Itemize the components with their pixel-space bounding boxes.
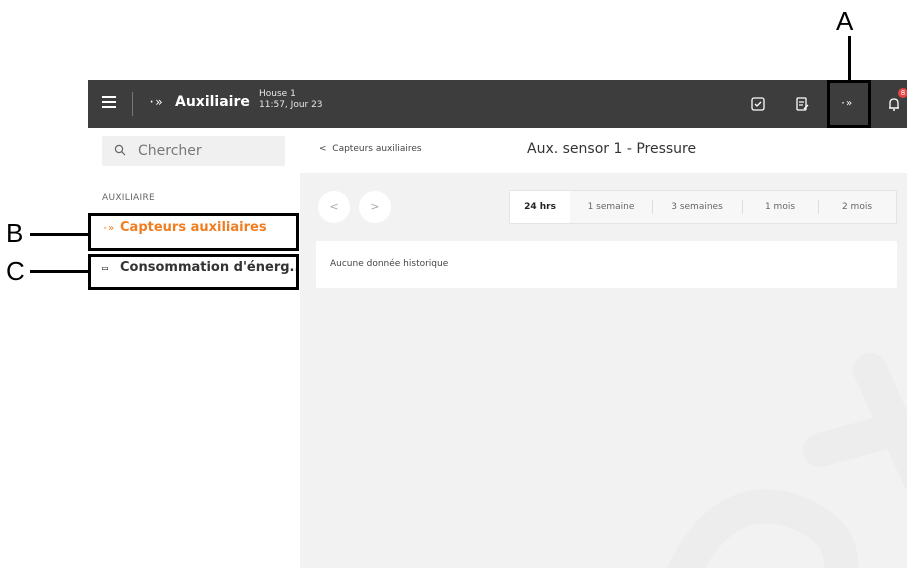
next-period-button[interactable]: > (359, 191, 391, 223)
back-link-label: Capteurs auxiliaires (332, 144, 422, 154)
no-history-message: Aucune donnée historique (330, 259, 449, 269)
section-label: AUXILIAIRE (102, 193, 155, 203)
app-title: Auxiliaire (175, 94, 250, 110)
hamburger-menu-icon[interactable] (102, 96, 116, 108)
callout-box-c (88, 254, 299, 290)
back-link[interactable]: < Capteurs auxiliaires (319, 144, 422, 154)
chevron-left-icon: < (319, 144, 327, 154)
house-info: House 1 11:57, Jour 23 (259, 89, 323, 111)
search-icon (114, 144, 126, 156)
inbox-icon[interactable] (748, 94, 768, 114)
topbar-divider (132, 92, 133, 116)
history-card: Aucune donnée historique (316, 241, 897, 288)
document-edit-icon[interactable] (792, 94, 812, 114)
page-header: < Capteurs auxiliaires Aux. sensor 1 - P… (300, 128, 907, 173)
search-input[interactable] (138, 140, 278, 162)
tab-2-mois[interactable]: 2 mois (818, 191, 896, 223)
time-range-tabs: 24 hrs 1 semaine 3 semaines 1 mois 2 moi… (509, 190, 897, 224)
callout-label-b: B (6, 218, 24, 248)
chevron-right-icon: > (370, 200, 380, 213)
tab-1-mois[interactable]: 1 mois (742, 191, 818, 223)
time-day: 11:57, Jour 23 (259, 100, 323, 110)
callout-line-a (848, 36, 851, 80)
sidebar: AUXILIAIRE ·»Capteurs auxiliaires ▭Conso… (88, 128, 300, 568)
callout-line-b (30, 233, 88, 236)
previous-period-button[interactable]: < (318, 191, 350, 223)
tab-1-semaine[interactable]: 1 semaine (570, 191, 652, 223)
house-name: House 1 (259, 89, 296, 99)
page-title: Aux. sensor 1 - Pressure (527, 141, 697, 157)
notification-badge: 8 (898, 88, 907, 98)
chevron-left-icon: < (329, 200, 339, 213)
wireless-sensor-icon: ·» (148, 95, 163, 109)
callout-label-c: C (6, 256, 25, 286)
callout-box-a (827, 80, 871, 128)
main-content: < Capteurs auxiliaires Aux. sensor 1 - P… (300, 128, 907, 568)
callout-label-a: A (836, 6, 854, 36)
callout-line-c (30, 270, 88, 273)
tab-24-hrs[interactable]: 24 hrs (510, 191, 570, 223)
search-box[interactable] (102, 136, 285, 166)
callout-box-b (88, 213, 299, 251)
top-bar: ·» Auxiliaire House 1 11:57, Jour 23 ·» … (88, 80, 907, 128)
tab-3-semaines[interactable]: 3 semaines (652, 191, 742, 223)
